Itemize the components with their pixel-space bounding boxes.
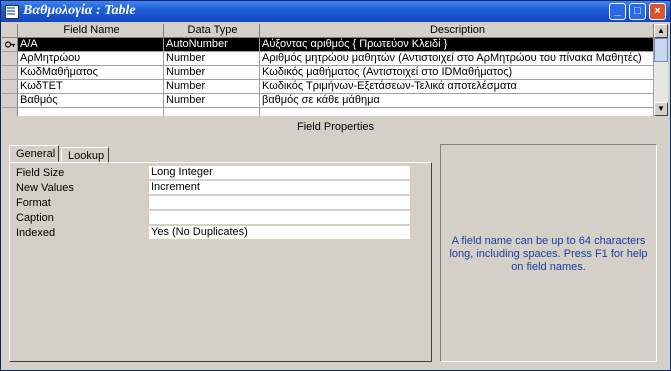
property-label: Field Size <box>16 167 65 179</box>
description-cell[interactable] <box>260 108 654 116</box>
description-cell[interactable]: Αύξοντας αριθμός { Πρωτεύον Κλειδί } <box>260 38 654 52</box>
description-cell[interactable]: Κωδικός μαθήματος (Αντιστοιχεί στο IDΜαθ… <box>260 66 654 80</box>
maximize-button[interactable]: □ <box>629 3 646 20</box>
scroll-up-button[interactable]: ▲ <box>654 24 668 38</box>
property-value-field[interactable] <box>149 211 410 224</box>
description-cell[interactable]: βαθμός σε κάθε μάθημα <box>260 94 654 108</box>
row-selector[interactable] <box>2 52 18 66</box>
table-design-window: Βαθμολογία : Table _ □ × Field Name Data… <box>0 0 671 371</box>
table-row[interactable]: ΚωδΜαθήματος Number Κωδικός μαθήματος (Α… <box>2 66 654 80</box>
row-selector-header[interactable] <box>2 24 18 38</box>
field-name-cell[interactable] <box>18 108 164 116</box>
field-name-cell[interactable]: Βαθμός <box>18 94 164 108</box>
row-selector[interactable] <box>2 38 18 52</box>
data-type-cell[interactable]: Number <box>164 66 260 80</box>
scroll-thumb[interactable] <box>654 38 668 62</box>
field-name-cell[interactable]: Α/Α <box>18 38 164 52</box>
column-header-description[interactable]: Description <box>260 24 654 38</box>
vertical-scrollbar[interactable]: ▲ ▼ <box>654 24 668 116</box>
field-name-cell[interactable]: ΚωδΤΕΤ <box>18 80 164 94</box>
tab-general[interactable]: General <box>9 145 59 162</box>
table-row[interactable]: ΚωδΤΕΤ Number Κωδικός Τριμήνων-Εξετάσεων… <box>2 80 654 94</box>
property-value-field[interactable]: Yes (No Duplicates) <box>149 226 410 239</box>
help-pane: A field name can be up to 64 characters … <box>440 144 657 362</box>
table-row[interactable]: Βαθμός Number βαθμός σε κάθε μάθημα <box>2 94 654 108</box>
field-name-cell[interactable]: ΑρΜητρώου <box>18 52 164 66</box>
primary-key-icon <box>5 41 15 48</box>
row-selector[interactable] <box>2 108 18 116</box>
description-cell[interactable]: Αριθμός μητρώου μαθητών (Αντιστοιχεί στο… <box>260 52 654 66</box>
field-grid: Field Name Data Type Description Α/Α Aut… <box>2 24 654 116</box>
grid-header: Field Name Data Type Description <box>2 24 654 38</box>
title-bar[interactable]: Βαθμολογία : Table _ □ × <box>1 1 670 22</box>
property-label: Caption <box>16 212 54 224</box>
property-row: Caption <box>16 211 418 225</box>
table-row[interactable]: ΑρΜητρώου Number Αριθμός μητρώου μαθητών… <box>2 52 654 66</box>
window-title: Βαθμολογία : Table <box>23 3 136 18</box>
table-icon[interactable] <box>5 5 19 19</box>
property-value-field[interactable]: Long Integer <box>149 166 410 179</box>
scroll-down-button[interactable]: ▼ <box>654 102 668 116</box>
data-type-cell[interactable]: Number <box>164 94 260 108</box>
row-selector[interactable] <box>2 80 18 94</box>
description-cell[interactable]: Κωδικός Τριμήνων-Εξετάσεων-Τελικά αποτελ… <box>260 80 654 94</box>
general-properties-panel: Field Size Long Integer New Values Incre… <box>9 162 432 362</box>
field-properties-label: Field Properties <box>296 121 375 133</box>
property-row: Field Size Long Integer <box>16 166 418 180</box>
row-selector[interactable] <box>2 66 18 80</box>
property-row: Indexed Yes (No Duplicates) <box>16 226 418 240</box>
property-label: New Values <box>16 182 74 194</box>
field-name-cell[interactable]: ΚωδΜαθήματος <box>18 66 164 80</box>
row-selector[interactable] <box>2 94 18 108</box>
data-type-cell[interactable]: Number <box>164 52 260 66</box>
column-header-field-name[interactable]: Field Name <box>18 24 164 38</box>
data-type-cell[interactable]: Number <box>164 80 260 94</box>
minimize-button[interactable]: _ <box>609 3 626 20</box>
property-value-field[interactable] <box>149 196 410 209</box>
data-type-cell[interactable]: AutoNumber <box>164 38 260 52</box>
help-text: A field name can be up to 64 characters … <box>449 235 648 273</box>
property-label: Indexed <box>16 227 56 239</box>
column-header-data-type[interactable]: Data Type <box>164 24 260 38</box>
table-row-empty[interactable] <box>2 108 654 116</box>
property-row: New Values Increment <box>16 181 418 195</box>
property-row: Format <box>16 196 418 210</box>
data-type-cell[interactable] <box>164 108 260 116</box>
close-button[interactable]: × <box>649 3 666 20</box>
table-row[interactable]: Α/Α AutoNumber Αύξοντας αριθμός { Πρωτεύ… <box>2 38 654 52</box>
property-value-field[interactable]: Increment <box>149 181 410 194</box>
property-label: Format <box>16 197 51 209</box>
